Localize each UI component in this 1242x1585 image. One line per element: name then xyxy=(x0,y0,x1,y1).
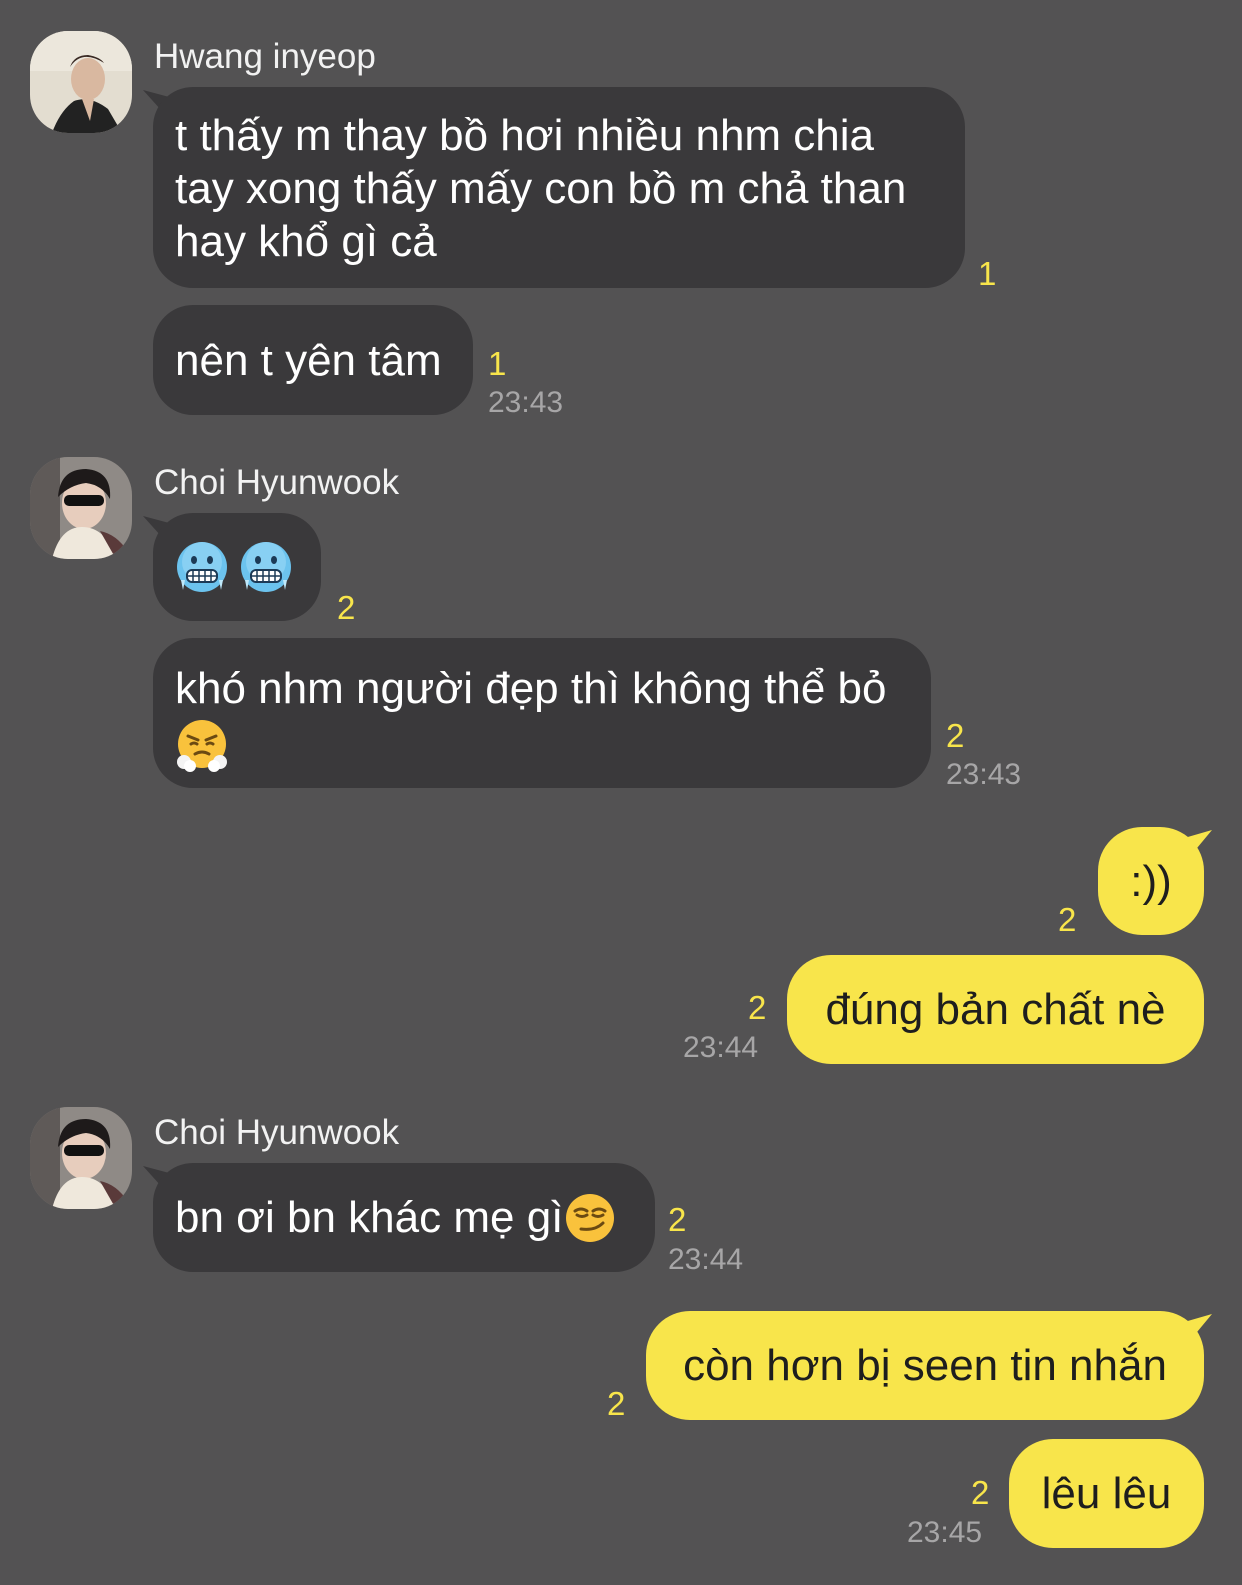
cold-face-icon xyxy=(239,540,293,594)
message-timestamp: 23:43 xyxy=(946,758,1022,791)
message-bubble-outgoing[interactable]: :)) xyxy=(1098,827,1204,935)
unread-count: 1 xyxy=(978,255,997,292)
sender-name: Choi Hyunwook xyxy=(154,1113,400,1152)
profile-photo-icon xyxy=(30,1107,132,1209)
message-bubble-incoming[interactable]: khó nhm người đẹp thì không thể bỏ xyxy=(153,638,931,788)
sender-name: Choi Hyunwook xyxy=(154,463,400,502)
avatar-choi-hyunwook[interactable] xyxy=(30,457,132,559)
unread-count: 2 xyxy=(668,1201,687,1238)
message-bubble-outgoing[interactable]: lêu lêu xyxy=(1009,1439,1204,1548)
message-bubble-incoming[interactable] xyxy=(153,513,321,621)
message-timestamp: 23:44 xyxy=(668,1243,744,1276)
unread-count: 2 xyxy=(946,717,965,754)
face-with-steam-from-nose-icon xyxy=(175,718,229,773)
profile-photo-icon xyxy=(30,31,132,133)
message-text: lêu lêu xyxy=(1041,1469,1172,1518)
unread-count: 2 xyxy=(337,589,356,626)
message-timestamp: 23:44 xyxy=(683,1031,759,1064)
message-bubble-incoming[interactable]: t thấy m thay bồ hơi nhiều nhm chia tay … xyxy=(153,87,965,288)
cold-face-icon xyxy=(175,540,229,594)
message-text: bn ơi bn khác mẹ gì xyxy=(175,1193,564,1242)
message-text: t thấy m thay bồ hơi nhiều nhm chia tay … xyxy=(175,111,907,266)
unread-count: 2 xyxy=(748,989,767,1026)
message-text: :)) xyxy=(1130,856,1172,906)
smirking-face-icon xyxy=(563,1191,617,1245)
unread-count: 2 xyxy=(607,1385,626,1422)
message-timestamp: 23:43 xyxy=(488,386,564,419)
sender-name: Hwang inyeop xyxy=(154,37,376,76)
message-text: nên t yên tâm xyxy=(175,335,442,385)
unread-count: 2 xyxy=(971,1474,990,1511)
message-timestamp: 23:45 xyxy=(907,1516,983,1549)
message-text: khó nhm người đẹp thì không thể bỏ xyxy=(175,664,887,713)
profile-photo-icon xyxy=(30,457,132,559)
message-text: đúng bản chất nè xyxy=(825,985,1166,1034)
message-bubble-outgoing[interactable]: đúng bản chất nè xyxy=(787,955,1204,1064)
avatar-choi-hyunwook[interactable] xyxy=(30,1107,132,1209)
unread-count: 1 xyxy=(488,345,507,382)
message-bubble-incoming[interactable]: nên t yên tâm xyxy=(153,305,473,415)
message-bubble-outgoing[interactable]: còn hơn bị seen tin nhắn xyxy=(646,1311,1204,1420)
avatar-hwang-inyeop[interactable] xyxy=(30,31,132,133)
unread-count: 2 xyxy=(1058,901,1077,938)
message-text: còn hơn bị seen tin nhắn xyxy=(683,1341,1167,1390)
message-bubble-incoming[interactable]: bn ơi bn khác mẹ gì xyxy=(153,1163,655,1272)
